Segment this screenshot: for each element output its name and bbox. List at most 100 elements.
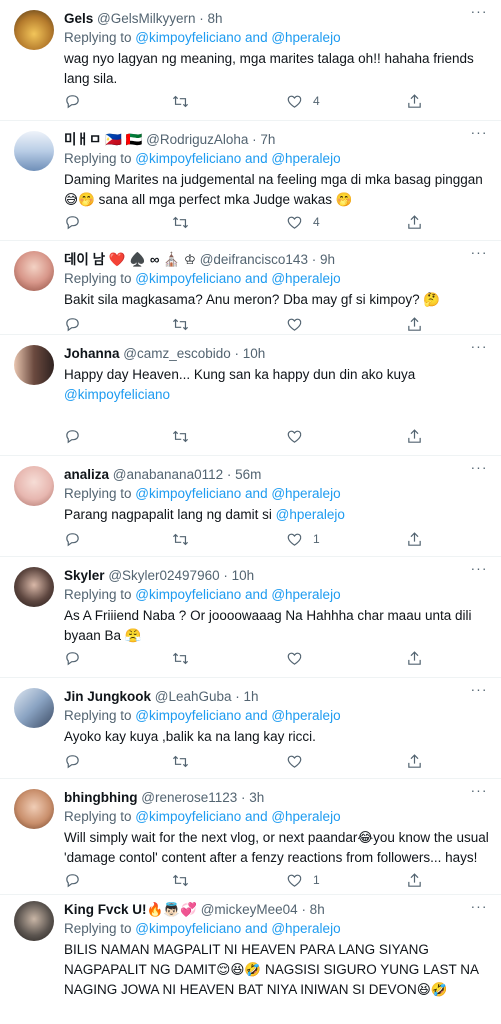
tweet[interactable]: ··· analiza @anabanana0112 · 56m Replyin… (0, 456, 501, 557)
like-count: 1 (313, 532, 320, 546)
tweet-text: BILIS NAMAN MAGPALIT NI HEAVEN PARA LANG… (64, 942, 479, 997)
like-button[interactable] (286, 649, 303, 667)
heart-icon (287, 430, 302, 443)
share-icon (408, 531, 421, 546)
mention-link[interactable]: @kimpoyfeliciano (135, 30, 241, 45)
share-button[interactable] (406, 427, 423, 445)
display-name[interactable]: Skyler (64, 568, 105, 583)
like-button[interactable]: 4 (286, 92, 320, 110)
like-button[interactable] (286, 427, 303, 445)
like-count: 1 (313, 873, 320, 887)
mention-link[interactable]: @kimpoyfeliciano (135, 151, 241, 166)
reply-button[interactable] (64, 530, 81, 548)
mention-link[interactable]: @kimpoyfeliciano (135, 271, 241, 286)
reply-button[interactable] (64, 92, 81, 110)
share-button[interactable] (406, 871, 423, 889)
retweet-icon (172, 95, 189, 107)
retweet-button[interactable] (172, 871, 189, 889)
replying-to: Replying to @kimpoyfeliciano and @hperal… (64, 486, 341, 501)
tweet[interactable]: ··· King Fvck U!🔥👼🏻💞 @mickeyMee04 · 8h R… (0, 895, 501, 1024)
reply-button[interactable] (64, 315, 81, 333)
retweet-button[interactable] (172, 530, 189, 548)
replying-to: Replying to @kimpoyfeliciano and @hperal… (64, 30, 341, 45)
display-name[interactable]: analiza (64, 467, 109, 482)
like-button[interactable] (286, 752, 303, 770)
avatar[interactable] (14, 131, 54, 171)
share-button[interactable] (406, 213, 423, 231)
reply-button[interactable] (64, 752, 81, 770)
share-button[interactable] (406, 752, 423, 770)
mention-link[interactable]: @kimpoyfeliciano (135, 809, 241, 824)
like-button[interactable]: 1 (286, 530, 320, 548)
tweet[interactable]: ··· Johanna @camz_escobido · 10h Happy d… (0, 335, 501, 456)
like-count: 4 (313, 94, 320, 108)
like-button[interactable]: 4 (286, 213, 320, 231)
reply-button[interactable] (64, 871, 81, 889)
tweet-text: Parang nagpapalit lang ng damit si @hper… (64, 507, 345, 522)
display-name[interactable]: King Fvck U!🔥👼🏻💞 (64, 902, 197, 917)
display-name[interactable]: Jin Jungkook (64, 689, 151, 704)
reply-button[interactable] (64, 649, 81, 667)
mention-link[interactable]: @hperalejo (271, 30, 340, 45)
tweet-text: As A Friiiend Naba ? Or joooowaaag Na Ha… (64, 608, 472, 643)
reply-button[interactable] (64, 427, 81, 445)
mention-link[interactable]: @kimpoyfeliciano (135, 708, 241, 723)
retweet-button[interactable] (172, 752, 189, 770)
retweet-button[interactable] (172, 649, 189, 667)
handle-time: @deifrancisco143 · 9h (199, 252, 335, 267)
reply-icon (66, 429, 79, 443)
share-button[interactable] (406, 315, 423, 333)
mention-link[interactable]: @hperalejo (271, 708, 340, 723)
avatar[interactable] (14, 345, 54, 385)
mention-link[interactable]: @hperalejo (271, 921, 340, 936)
mention-link[interactable]: @hperalejo (276, 507, 345, 522)
mention-link[interactable]: @hperalejo (271, 151, 340, 166)
handle-time: @mickeyMee04 · 8h (200, 902, 325, 917)
reply-icon (66, 317, 79, 331)
mention-link[interactable]: @hperalejo (271, 271, 340, 286)
tweet-text: Ayoko kay kuya ,balik ka na lang kay ric… (64, 729, 316, 744)
mention-link[interactable]: @kimpoyfeliciano (135, 921, 241, 936)
handle-time: @LeahGuba · 1h (154, 689, 259, 704)
share-button[interactable] (406, 92, 423, 110)
tweet-text: Daming Marites na judgemental na feeling… (64, 172, 483, 207)
mention-link[interactable]: @hperalejo (271, 587, 340, 602)
mention-link[interactable]: @hperalejo (271, 486, 340, 501)
share-button[interactable] (406, 530, 423, 548)
avatar[interactable] (14, 567, 54, 607)
retweet-icon (172, 874, 189, 886)
like-count: 4 (313, 215, 320, 229)
display-name[interactable]: 미ㅐㅁ 🇵🇭 🇦🇪 (64, 132, 142, 147)
share-button[interactable] (406, 649, 423, 667)
tweet[interactable]: ··· Jin Jungkook @LeahGuba · 1h Replying… (0, 678, 501, 779)
tweet[interactable]: ··· Skyler @Skyler02497960 · 10h Replyin… (0, 557, 501, 678)
mention-link[interactable]: @kimpoyfeliciano (135, 486, 241, 501)
display-name[interactable]: Johanna (64, 346, 120, 361)
like-button[interactable] (286, 315, 303, 333)
retweet-button[interactable] (172, 213, 189, 231)
mention-link[interactable]: @kimpoyfeliciano (135, 587, 241, 602)
tweet[interactable]: ··· 미ㅐㅁ 🇵🇭 🇦🇪 @RodriguzAloha · 7h Replyi… (0, 121, 501, 241)
avatar[interactable] (14, 901, 54, 941)
avatar[interactable] (14, 688, 54, 728)
avatar[interactable] (14, 251, 54, 291)
retweet-button[interactable] (172, 92, 189, 110)
avatar[interactable] (14, 789, 54, 829)
reply-button[interactable] (64, 213, 81, 231)
avatar[interactable] (14, 466, 54, 506)
share-icon (408, 753, 421, 768)
tweet[interactable]: ··· 데이 남 ❤️ ♠️ ∞ ⛪ ♔ @deifrancisco143 · … (0, 241, 501, 335)
avatar[interactable] (14, 10, 54, 50)
like-button[interactable]: 1 (286, 871, 320, 889)
mention-link[interactable]: @kimpoyfeliciano (64, 387, 170, 402)
display-name[interactable]: 데이 남 ❤️ ♠️ ∞ ⛪ ♔ (64, 252, 196, 267)
retweet-button[interactable] (172, 427, 189, 445)
retweet-icon (172, 318, 189, 330)
display-name[interactable]: bhingbhing (64, 790, 137, 805)
mention-link[interactable]: @hperalejo (271, 809, 340, 824)
retweet-button[interactable] (172, 315, 189, 333)
handle-time: @anabanana0112 · 56m (112, 467, 262, 482)
tweet[interactable]: ··· bhingbhing @renerose1123 · 3h Replyi… (0, 779, 501, 895)
tweet[interactable]: ··· Gels @GelsMilkyyern · 8h Replying to… (0, 0, 501, 121)
display-name[interactable]: Gels (64, 11, 93, 26)
